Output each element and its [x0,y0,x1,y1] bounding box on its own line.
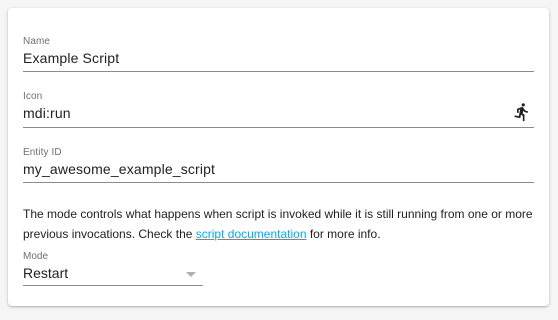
entity-id-input[interactable]: my_awesome_example_script [23,161,215,177]
mode-description: The mode controls what happens when scri… [23,204,538,244]
entity-id-field[interactable]: Entity ID my_awesome_example_script [23,147,534,183]
description-text-end: for more info. [306,227,381,241]
name-field[interactable]: Name Example Script [23,36,534,72]
mode-select[interactable]: Mode Restart [23,251,203,286]
entity-id-label: Entity ID [23,147,62,158]
script-settings-card: Name Example Script Icon mdi:run Entity … [8,8,549,306]
icon-field[interactable]: Icon mdi:run [23,91,534,128]
dropdown-arrow-icon[interactable] [186,272,196,277]
icon-label: Icon [23,91,43,102]
name-input[interactable]: Example Script [23,50,119,66]
run-icon [512,101,532,123]
name-label: Name [23,36,51,47]
script-documentation-link[interactable]: script documentation [196,227,307,241]
icon-input[interactable]: mdi:run [23,105,71,121]
mode-selected-value[interactable]: Restart [23,265,68,281]
mode-label: Mode [23,251,49,262]
